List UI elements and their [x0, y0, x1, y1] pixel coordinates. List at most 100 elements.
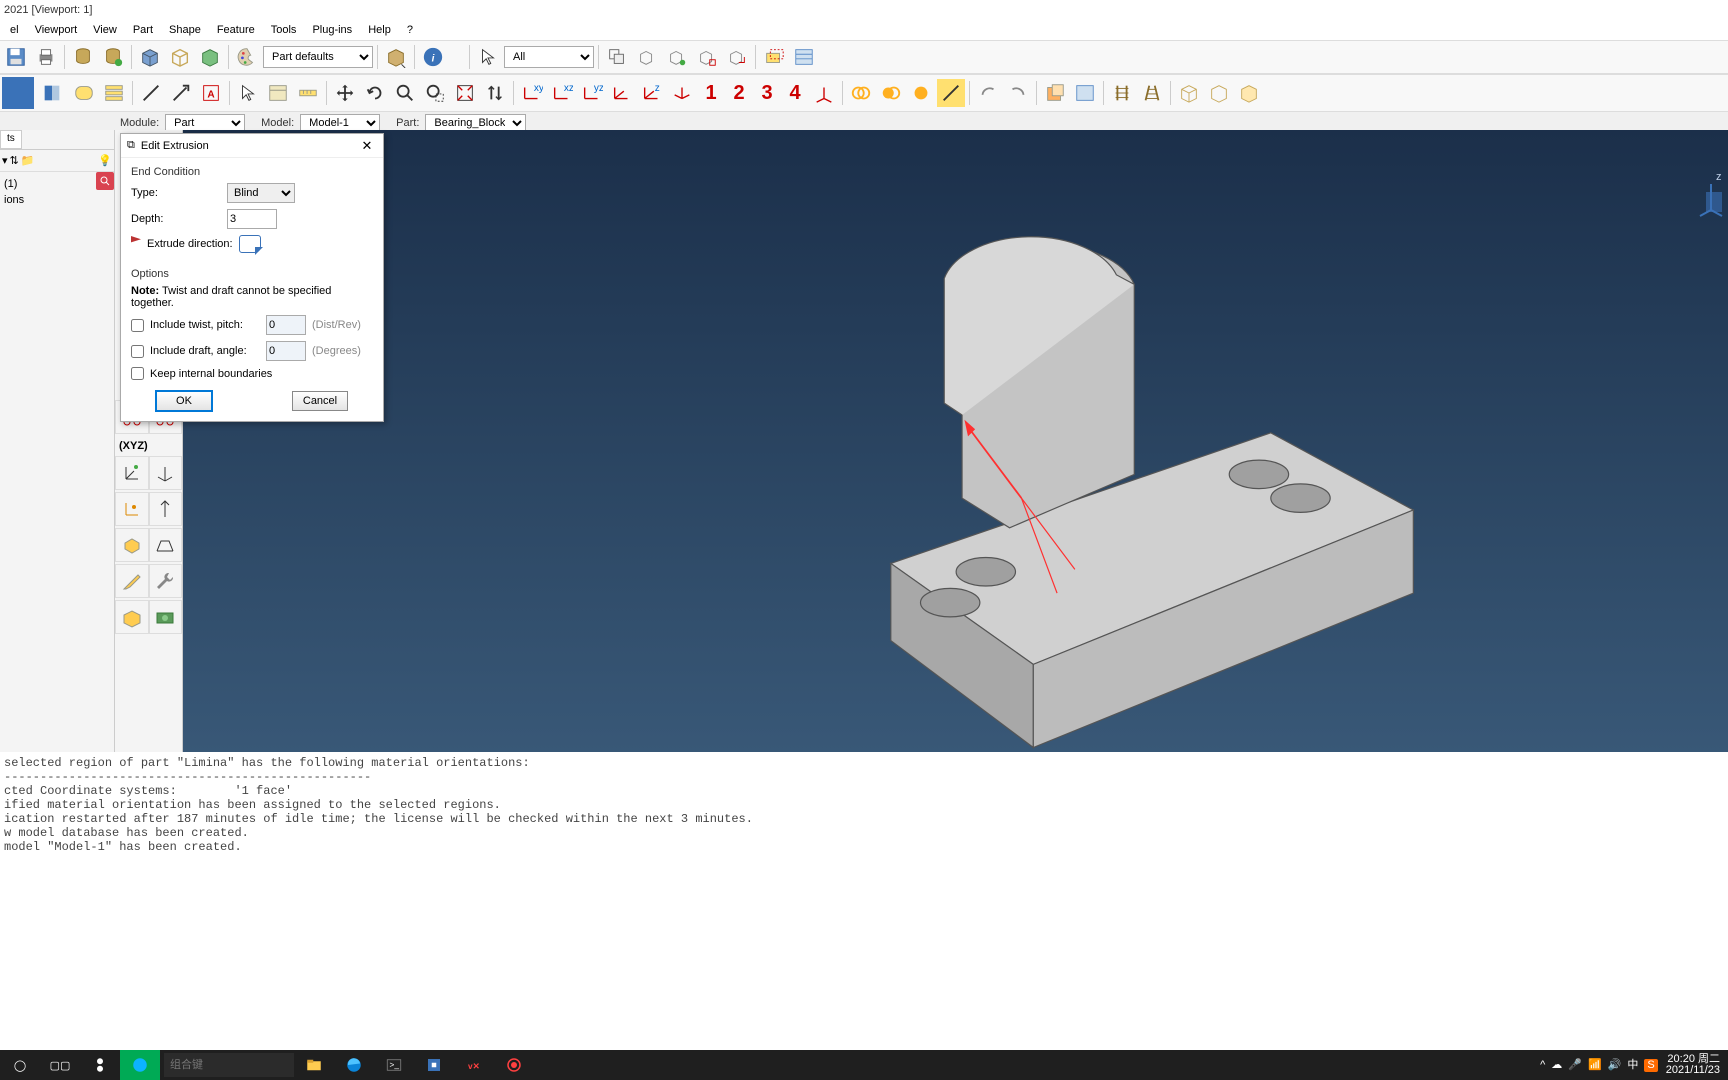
- view-2-button[interactable]: 2: [726, 82, 752, 105]
- selection-scope-select[interactable]: All: [504, 46, 594, 68]
- menu-part[interactable]: Part: [127, 22, 159, 38]
- model-select[interactable]: Model-1: [300, 114, 380, 132]
- circle3-icon[interactable]: [907, 79, 935, 107]
- arrow-icon[interactable]: [167, 79, 195, 107]
- cycle-icon[interactable]: [481, 79, 509, 107]
- draft-input[interactable]: [266, 341, 306, 361]
- view-xy-icon[interactable]: xy: [518, 79, 546, 107]
- db-icon[interactable]: [69, 43, 97, 71]
- render-half-icon[interactable]: [36, 77, 68, 109]
- tree-btn-1[interactable]: ▾: [2, 154, 8, 167]
- menu-plugins[interactable]: Plug-ins: [306, 22, 358, 38]
- info-icon[interactable]: i: [419, 43, 447, 71]
- select-angle-icon[interactable]: [723, 43, 751, 71]
- menu-feature[interactable]: Feature: [211, 22, 261, 38]
- flip-direction-icon[interactable]: [239, 235, 261, 253]
- props-icon[interactable]: [264, 79, 292, 107]
- zoom-icon[interactable]: [391, 79, 419, 107]
- twist-checkbox[interactable]: [131, 319, 144, 332]
- circle2-icon[interactable]: [877, 79, 905, 107]
- tool-wrench-icon[interactable]: [149, 564, 183, 598]
- type-select[interactable]: Blind: [227, 183, 295, 203]
- pan-icon[interactable]: [331, 79, 359, 107]
- menu-help[interactable]: Help: [362, 22, 397, 38]
- rail1-icon[interactable]: [1108, 79, 1136, 107]
- abaqus-icon[interactable]: [414, 1050, 454, 1080]
- menu-shape[interactable]: Shape: [163, 22, 207, 38]
- task-view-icon[interactable]: ▢▢: [40, 1050, 80, 1080]
- part-defaults-select[interactable]: Part defaults: [263, 46, 373, 68]
- view-3-button[interactable]: 3: [754, 82, 780, 105]
- tree-btn-3[interactable]: 📁: [21, 154, 35, 167]
- bulb-icon[interactable]: 💡: [98, 154, 112, 167]
- undo-arc-icon[interactable]: [974, 79, 1002, 107]
- app-red-icon[interactable]: v✕: [454, 1050, 494, 1080]
- cube-green-icon[interactable]: [196, 43, 224, 71]
- menu-tools[interactable]: Tools: [265, 22, 303, 38]
- rotate-icon[interactable]: [361, 79, 389, 107]
- edge-old-icon[interactable]: [120, 1050, 160, 1080]
- tool-extrude-icon[interactable]: [115, 528, 149, 562]
- wire1-icon[interactable]: [1175, 79, 1203, 107]
- clock-date[interactable]: 2021/11/23: [1666, 1065, 1720, 1076]
- box-dropdown-icon[interactable]: [382, 43, 410, 71]
- depth-input[interactable]: [227, 209, 277, 229]
- menu-viewport[interactable]: Viewport: [29, 22, 84, 38]
- wire3-icon[interactable]: [1235, 79, 1263, 107]
- tool-sweep-icon[interactable]: [149, 528, 183, 562]
- ok-button[interactable]: OK: [156, 391, 212, 411]
- circle1-icon[interactable]: [847, 79, 875, 107]
- select-box-icon[interactable]: [633, 43, 661, 71]
- light-icon[interactable]: [937, 79, 965, 107]
- select-chain-icon[interactable]: [693, 43, 721, 71]
- tool-axis-icon[interactable]: [149, 456, 183, 490]
- tree-item-1[interactable]: (1): [4, 176, 110, 192]
- wire2-icon[interactable]: [1205, 79, 1233, 107]
- record-icon[interactable]: [494, 1050, 534, 1080]
- select-face-icon[interactable]: [663, 43, 691, 71]
- fit-icon[interactable]: [451, 79, 479, 107]
- line-icon[interactable]: [137, 79, 165, 107]
- module-select[interactable]: Part: [165, 114, 245, 132]
- menu-view[interactable]: View: [87, 22, 123, 38]
- cube-wire-icon[interactable]: [166, 43, 194, 71]
- twist-input[interactable]: [266, 315, 306, 335]
- render-list-icon[interactable]: [100, 79, 128, 107]
- select-rect-icon[interactable]: [603, 43, 631, 71]
- message-log[interactable]: selected region of part "Limina" has the…: [0, 752, 1728, 1050]
- view-iso-icon[interactable]: [668, 79, 696, 107]
- tool-money-icon[interactable]: [149, 600, 183, 634]
- taskbar-search[interactable]: [164, 1053, 294, 1077]
- view-flip1-icon[interactable]: [608, 79, 636, 107]
- zoom-box-icon[interactable]: [421, 79, 449, 107]
- tool-box-icon[interactable]: [115, 600, 149, 634]
- csys-icon[interactable]: [810, 79, 838, 107]
- tool-csys-icon[interactable]: [115, 456, 149, 490]
- view-1-button[interactable]: 1: [698, 82, 724, 105]
- tray-icons[interactable]: ^ ☁ 🎤 📶 🔊 中 S: [1540, 1059, 1658, 1072]
- draft-checkbox[interactable]: [131, 345, 144, 358]
- tree-item-2[interactable]: ions: [4, 192, 110, 208]
- viewport[interactable]: Z X Y z: [183, 130, 1728, 850]
- save-icon[interactable]: [2, 43, 30, 71]
- print-icon[interactable]: [32, 43, 60, 71]
- pick-icon[interactable]: [234, 79, 262, 107]
- part-select[interactable]: Bearing_Block: [425, 114, 526, 132]
- render-shaded-icon[interactable]: [2, 77, 34, 109]
- close-icon[interactable]: ✕: [357, 138, 377, 154]
- view-xz-icon[interactable]: xz: [548, 79, 576, 107]
- palette-icon[interactable]: [233, 43, 261, 71]
- panel1-icon[interactable]: [1041, 79, 1069, 107]
- tool-datum-pt2-icon[interactable]: [149, 492, 183, 526]
- cursor-icon[interactable]: [474, 43, 502, 71]
- datum-toggle-icon[interactable]: [760, 43, 788, 71]
- tree-tab[interactable]: ts: [0, 130, 22, 149]
- cancel-button[interactable]: Cancel: [292, 391, 348, 411]
- db-add-icon[interactable]: [99, 43, 127, 71]
- redo-arc-icon[interactable]: [1004, 79, 1032, 107]
- menu-file[interactable]: el: [4, 22, 25, 38]
- tree-btn-2[interactable]: ⇅: [10, 154, 19, 167]
- cube-shaded-icon[interactable]: [136, 43, 164, 71]
- view-yz-icon[interactable]: yz: [578, 79, 606, 107]
- tool-edit-icon[interactable]: [115, 564, 149, 598]
